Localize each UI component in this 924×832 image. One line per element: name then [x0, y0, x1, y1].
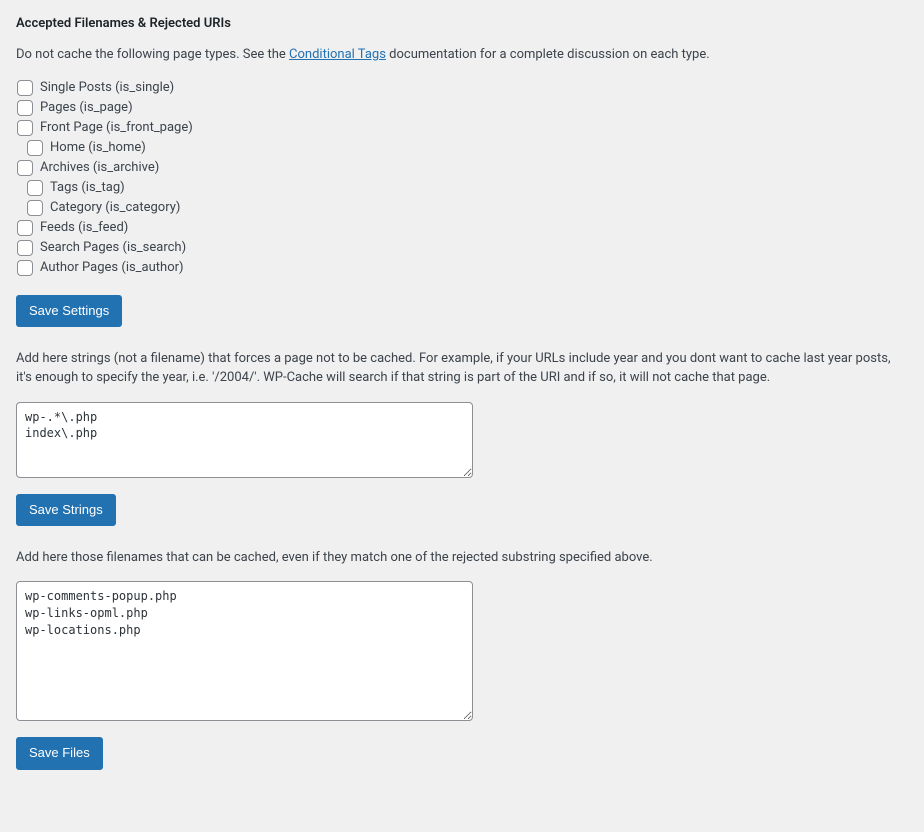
save-settings-button[interactable]: Save Settings: [16, 295, 122, 327]
checkbox-row-tags: Tags (is_tag): [16, 179, 908, 197]
checkbox-archives[interactable]: [17, 160, 33, 176]
checkbox-row-feeds: Feeds (is_feed): [16, 219, 908, 237]
checkbox-row-search: Search Pages (is_search): [16, 239, 908, 257]
checkbox-category[interactable]: [27, 200, 43, 216]
checkbox-search[interactable]: [17, 240, 33, 256]
checkbox-label-tags: Tags (is_tag): [50, 179, 125, 197]
checkbox-single[interactable]: [17, 80, 33, 96]
save-strings-button[interactable]: Save Strings: [16, 494, 116, 526]
intro-suffix: documentation for a complete discussion …: [386, 47, 710, 62]
checkbox-author[interactable]: [17, 260, 33, 276]
checkbox-row-category: Category (is_category): [16, 199, 908, 217]
checkbox-label-single: Single Posts (is_single): [40, 79, 174, 97]
checkbox-label-home: Home (is_home): [50, 139, 146, 157]
checkbox-label-front: Front Page (is_front_page): [40, 119, 193, 137]
conditional-tags-link[interactable]: Conditional Tags: [289, 47, 386, 62]
checkbox-tags[interactable]: [27, 180, 43, 196]
checkbox-label-feeds: Feeds (is_feed): [40, 219, 128, 237]
checkbox-row-home: Home (is_home): [16, 139, 908, 157]
strings-instruction: Add here strings (not a filename) that f…: [16, 349, 908, 388]
checkbox-row-author: Author Pages (is_author): [16, 259, 908, 277]
checkbox-pages[interactable]: [17, 100, 33, 116]
checkbox-row-single: Single Posts (is_single): [16, 79, 908, 97]
checkbox-label-archives: Archives (is_archive): [40, 159, 159, 177]
checkbox-row-front: Front Page (is_front_page): [16, 119, 908, 137]
checkbox-label-author: Author Pages (is_author): [40, 259, 184, 277]
checkbox-front[interactable]: [17, 120, 33, 136]
checkbox-row-pages: Pages (is_page): [16, 99, 908, 117]
checkbox-label-category: Category (is_category): [50, 199, 180, 217]
rejected-strings-textarea[interactable]: [16, 402, 473, 478]
accepted-files-textarea[interactable]: [16, 581, 473, 721]
checkbox-label-pages: Pages (is_page): [40, 99, 133, 117]
intro-paragraph: Do not cache the following page types. S…: [16, 45, 908, 65]
files-instruction: Add here those filenames that can be cac…: [16, 548, 908, 568]
checkbox-row-archives: Archives (is_archive): [16, 159, 908, 177]
checkbox-label-search: Search Pages (is_search): [40, 239, 186, 257]
checkbox-feeds[interactable]: [17, 220, 33, 236]
save-files-button[interactable]: Save Files: [16, 737, 103, 769]
intro-prefix: Do not cache the following page types. S…: [16, 47, 289, 62]
section-heading: Accepted Filenames & Rejected URIs: [16, 16, 908, 31]
checkbox-home[interactable]: [27, 140, 43, 156]
